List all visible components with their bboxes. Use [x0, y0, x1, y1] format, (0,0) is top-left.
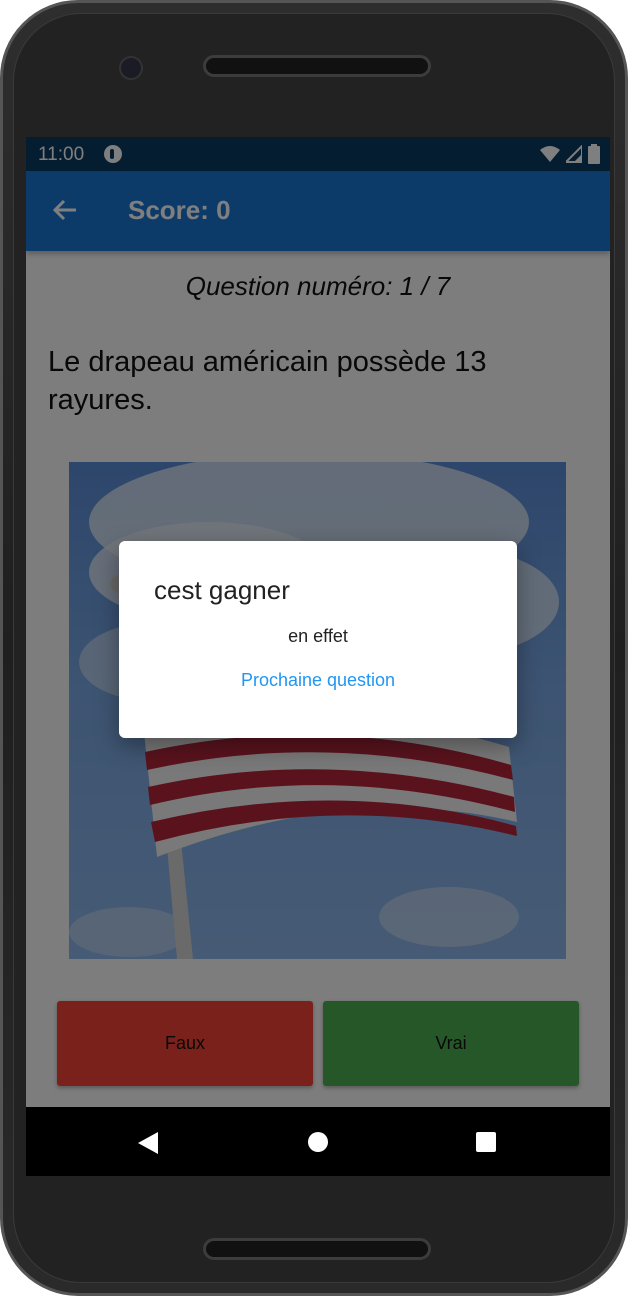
dialog-content: en effet: [288, 626, 348, 646]
nav-home-icon[interactable]: [308, 1132, 328, 1152]
navigation-bar: [26, 1107, 610, 1176]
screen: 11:00 Score: 0 Question numéro: 1 / 7 Le…: [26, 137, 610, 1176]
nav-recent-apps-icon[interactable]: [476, 1132, 496, 1152]
phone-frame: 11:00 Score: 0 Question numéro: 1 / 7 Le…: [0, 0, 628, 1296]
front-camera: [119, 56, 143, 80]
result-dialog: cest gagner en effet Prochaine question: [119, 541, 517, 738]
dialog-title: cest gagner: [154, 575, 290, 605]
nav-back-icon[interactable]: [138, 1132, 158, 1154]
bottom-speaker: [203, 1238, 431, 1260]
next-question-button[interactable]: Prochaine question: [119, 669, 517, 692]
top-speaker: [203, 55, 431, 77]
